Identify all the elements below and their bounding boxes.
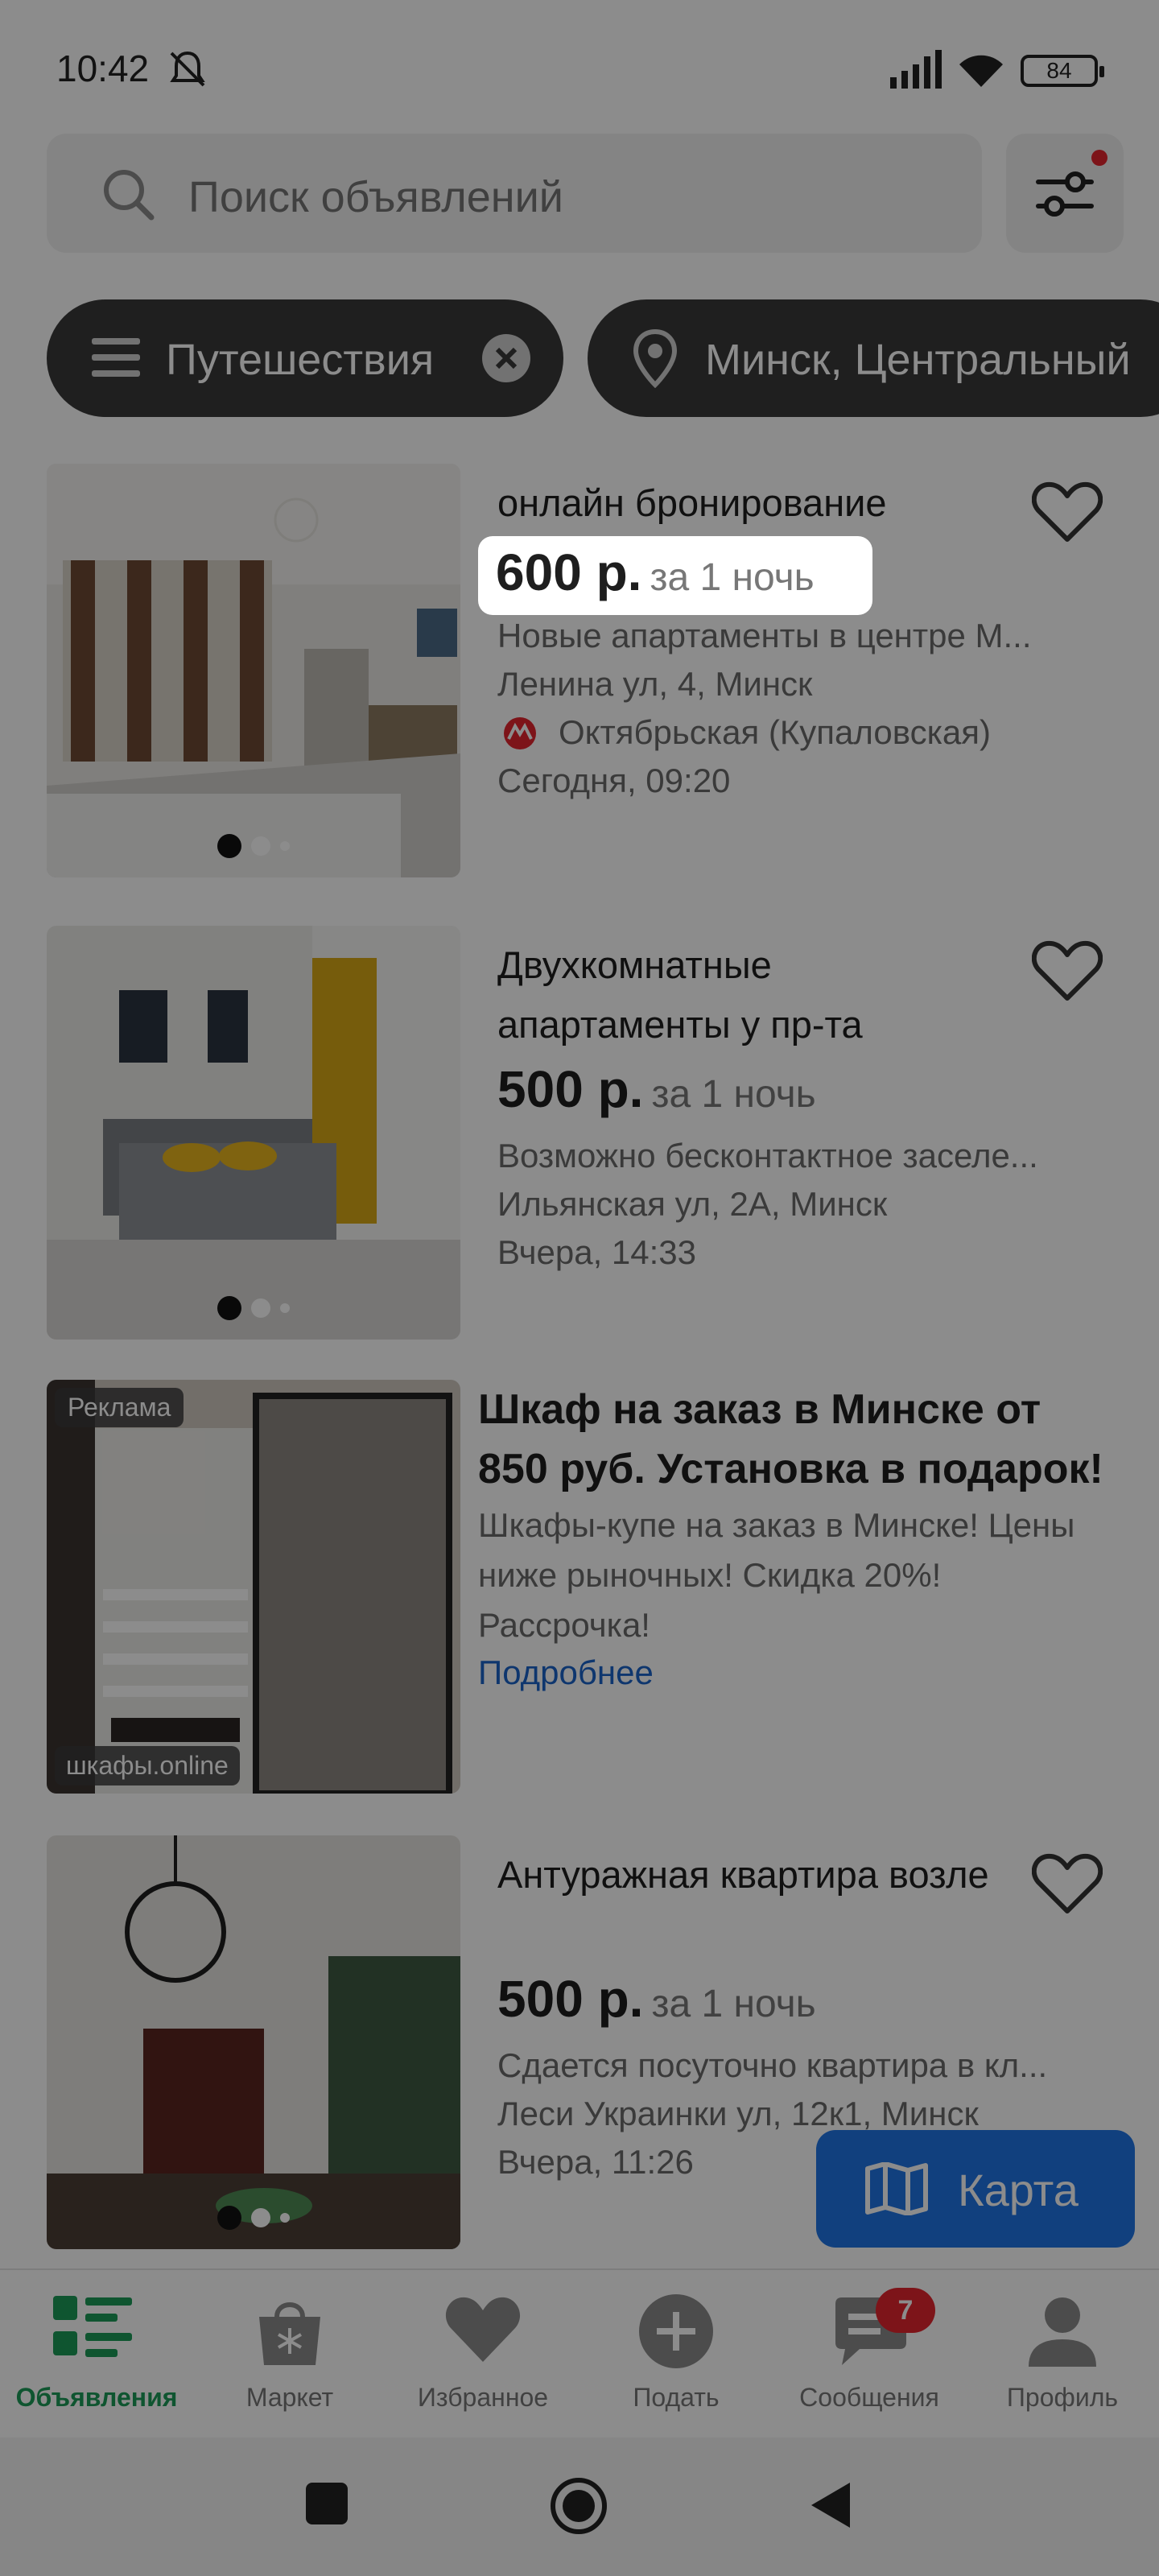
listing-title: онлайн бронирование (497, 481, 887, 524)
listing-title: Антуражная квартира возле (497, 1853, 989, 1896)
apartment-photo-image (47, 1835, 460, 2249)
clear-icon[interactable] (481, 333, 531, 383)
listings-icon (53, 2296, 132, 2357)
status-bar: 10:42 84 (0, 0, 1159, 137)
apartment-photo-image (47, 926, 460, 1340)
search-icon (104, 170, 155, 221)
nav-label: Подать (633, 2383, 720, 2412)
nav-item-listings[interactable]: Объявления (0, 2270, 193, 2439)
photo-pager (47, 1296, 460, 1320)
mute-bell-icon (170, 51, 205, 87)
listing-description: Возможно бесконтактное заселе... (497, 1137, 1038, 1174)
location-pin-icon (633, 328, 678, 388)
listing-photo[interactable] (47, 1835, 460, 2249)
listing-photo[interactable] (47, 464, 460, 877)
listing-title: Двухкомнатные апартаменты у пр-та (497, 943, 863, 1046)
nav-item-profile[interactable]: Профиль (966, 2270, 1159, 2439)
listing-metro: Октябрьская (Купаловская) (497, 708, 1109, 757)
location-chip-label: Минск, Центральный (705, 336, 1131, 384)
listing-price-row: 500 р. за 1 ночь (497, 1059, 816, 1119)
battery-indicator: 84 (1021, 55, 1104, 87)
listing-price: 500 р. (497, 1970, 644, 2028)
ad-source-label: шкафы.online (55, 1746, 240, 1785)
metro-icon (504, 717, 536, 749)
nav-item-post[interactable]: Подать (580, 2270, 773, 2439)
person-icon (1029, 2297, 1096, 2367)
nav-label: Профиль (1006, 2383, 1119, 2412)
listing-price-period: за 1 ночь (651, 1073, 816, 1116)
listing-price: 500 р. (497, 1060, 644, 1118)
category-chip[interactable]: Путешествия (47, 299, 563, 417)
menu-icon (92, 338, 140, 377)
favorite-heart-icon[interactable] (1032, 480, 1103, 544)
location-chip[interactable]: Минск, Центральный (588, 299, 1159, 417)
photo-pager (47, 834, 460, 858)
nav-label: Избранное (417, 2383, 549, 2412)
listing-date: Вчера, 14:33 (497, 1233, 697, 1271)
price-spotlight: 600 р. за 1 ночь (478, 536, 872, 615)
messages-badge: 7 (876, 2288, 935, 2333)
spotlight-price-period: за 1 ночь (650, 556, 815, 599)
recent-apps-icon[interactable] (304, 2481, 349, 2526)
nav-label: Объявления (15, 2383, 178, 2412)
nav-item-messages[interactable]: 7 Сообщения (773, 2270, 966, 2439)
home-icon[interactable] (549, 2476, 608, 2536)
listing-price-row: 500 р. за 1 ночь (497, 1969, 816, 2029)
heart-icon (445, 2297, 521, 2362)
apartment-photo-image (47, 464, 460, 877)
system-navigation (0, 2438, 1159, 2576)
search-input[interactable] (188, 172, 913, 222)
market-bag-icon (259, 2302, 320, 2365)
listing-description: Сдается посуточно квартира в кл... (497, 2046, 1048, 2084)
ad-text: Шкафы-купе на заказ в Минске! Цены ниже … (478, 1506, 1075, 1644)
favorite-heart-icon[interactable] (1032, 1852, 1103, 1916)
listing-date: Сегодня, 09:20 (497, 762, 731, 799)
plus-circle-icon (639, 2294, 713, 2368)
ad-photo[interactable]: Реклама шкафы.online (47, 1380, 460, 1794)
listing-address: Ленина ул, 4, Минск (497, 665, 813, 703)
bottom-navigation: Объявления Маркет Избранное Подать 7 Соо… (0, 2268, 1159, 2438)
filter-sliders-icon (1036, 171, 1094, 217)
listing-address: Ильянская ул, 2А, Минск (497, 1185, 888, 1223)
spotlight-price-value: 600 р. (496, 543, 642, 601)
filter-active-dot (1091, 150, 1107, 166)
category-chip-label: Путешествия (166, 336, 435, 384)
status-time: 10:42 (56, 47, 150, 89)
ad-title: Шкаф на заказ в Минске от 850 руб. Устан… (478, 1386, 1103, 1492)
listing-price-period: за 1 ночь (651, 1983, 816, 2025)
listing-photo[interactable] (47, 926, 460, 1340)
app-screen: 10:42 84 Поиск объявлений Путешествия Ми… (0, 0, 1159, 2576)
map-icon (865, 2162, 928, 2215)
back-icon[interactable] (808, 2481, 853, 2529)
map-button-label: Карта (958, 2165, 1079, 2215)
map-button[interactable]: Карта (816, 2130, 1135, 2248)
metro-station-label: Октябрьская (Купаловская) (559, 713, 991, 751)
nav-item-market[interactable]: Маркет (193, 2270, 386, 2439)
spotlight-price: 600 р. за 1 ночь (496, 543, 815, 602)
filter-button[interactable] (1006, 134, 1124, 253)
favorite-heart-icon[interactable] (1032, 939, 1103, 1003)
nav-label: Маркет (245, 2383, 334, 2412)
signal-icon (890, 50, 942, 89)
listing-description: Новые апартаменты в центре М... (497, 617, 1032, 654)
wifi-icon (959, 55, 1003, 87)
search-bar[interactable] (47, 134, 982, 253)
nav-item-favorites[interactable]: Избранное (386, 2270, 580, 2439)
nav-label: Сообщения (799, 2383, 939, 2412)
photo-pager (47, 2206, 460, 2230)
ad-badge: Реклама (55, 1388, 184, 1427)
wardrobe-photo-image (47, 1380, 460, 1794)
ad-more-link[interactable]: Подробнее (478, 1653, 654, 1692)
